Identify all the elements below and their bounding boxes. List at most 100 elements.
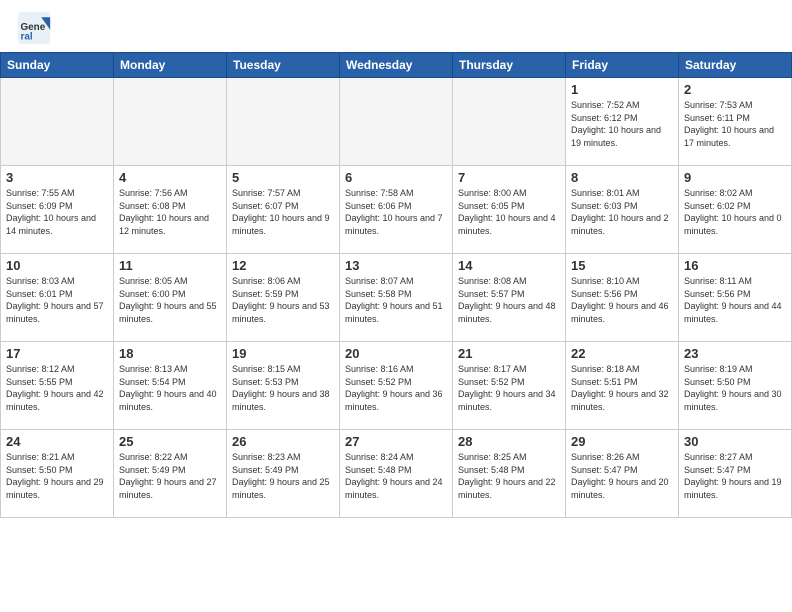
calendar-day-cell: 10 Sunrise: 8:03 AMSunset: 6:01 PMDayligh… xyxy=(1,254,114,342)
day-info: Sunrise: 8:17 AMSunset: 5:52 PMDaylight:… xyxy=(458,363,560,413)
calendar-week-row: 10 Sunrise: 8:03 AMSunset: 6:01 PMDayligh… xyxy=(1,254,792,342)
day-info: Sunrise: 8:15 AMSunset: 5:53 PMDaylight:… xyxy=(232,363,334,413)
calendar-day-cell: 18 Sunrise: 8:13 AMSunset: 5:54 PMDayligh… xyxy=(114,342,227,430)
calendar-day-cell: 9 Sunrise: 8:02 AMSunset: 6:02 PMDaylight… xyxy=(679,166,792,254)
day-info: Sunrise: 8:02 AMSunset: 6:02 PMDaylight:… xyxy=(684,187,786,237)
day-number: 12 xyxy=(232,258,334,273)
calendar-day-cell xyxy=(114,78,227,166)
day-info: Sunrise: 8:25 AMSunset: 5:48 PMDaylight:… xyxy=(458,451,560,501)
day-info: Sunrise: 8:22 AMSunset: 5:49 PMDaylight:… xyxy=(119,451,221,501)
day-info: Sunrise: 8:23 AMSunset: 5:49 PMDaylight:… xyxy=(232,451,334,501)
calendar-week-row: 24 Sunrise: 8:21 AMSunset: 5:50 PMDayligh… xyxy=(1,430,792,518)
day-number: 18 xyxy=(119,346,221,361)
calendar-day-cell: 3 Sunrise: 7:55 AMSunset: 6:09 PMDaylight… xyxy=(1,166,114,254)
weekday-header: SundayMondayTuesdayWednesdayThursdayFrid… xyxy=(1,53,792,78)
calendar-day-cell: 1 Sunrise: 7:52 AMSunset: 6:12 PMDaylight… xyxy=(566,78,679,166)
calendar-day-cell: 20 Sunrise: 8:16 AMSunset: 5:52 PMDayligh… xyxy=(340,342,453,430)
day-info: Sunrise: 8:18 AMSunset: 5:51 PMDaylight:… xyxy=(571,363,673,413)
day-number: 13 xyxy=(345,258,447,273)
calendar-day-cell: 16 Sunrise: 8:11 AMSunset: 5:56 PMDayligh… xyxy=(679,254,792,342)
calendar-day-cell: 12 Sunrise: 8:06 AMSunset: 5:59 PMDayligh… xyxy=(227,254,340,342)
day-info: Sunrise: 8:12 AMSunset: 5:55 PMDaylight:… xyxy=(6,363,108,413)
calendar-day-cell: 2 Sunrise: 7:53 AMSunset: 6:11 PMDaylight… xyxy=(679,78,792,166)
calendar-day-cell: 25 Sunrise: 8:22 AMSunset: 5:49 PMDayligh… xyxy=(114,430,227,518)
calendar-day-cell: 13 Sunrise: 8:07 AMSunset: 5:58 PMDayligh… xyxy=(340,254,453,342)
day-info: Sunrise: 8:19 AMSunset: 5:50 PMDaylight:… xyxy=(684,363,786,413)
day-number: 27 xyxy=(345,434,447,449)
calendar-day-cell: 15 Sunrise: 8:10 AMSunset: 5:56 PMDayligh… xyxy=(566,254,679,342)
day-number: 21 xyxy=(458,346,560,361)
calendar-day-cell: 21 Sunrise: 8:17 AMSunset: 5:52 PMDayligh… xyxy=(453,342,566,430)
day-number: 23 xyxy=(684,346,786,361)
logo: Gene ral xyxy=(16,10,56,46)
day-info: Sunrise: 8:03 AMSunset: 6:01 PMDaylight:… xyxy=(6,275,108,325)
day-number: 15 xyxy=(571,258,673,273)
calendar-week-row: 1 Sunrise: 7:52 AMSunset: 6:12 PMDaylight… xyxy=(1,78,792,166)
day-info: Sunrise: 8:26 AMSunset: 5:47 PMDaylight:… xyxy=(571,451,673,501)
calendar-day-cell: 24 Sunrise: 8:21 AMSunset: 5:50 PMDayligh… xyxy=(1,430,114,518)
day-info: Sunrise: 8:16 AMSunset: 5:52 PMDaylight:… xyxy=(345,363,447,413)
day-info: Sunrise: 8:00 AMSunset: 6:05 PMDaylight:… xyxy=(458,187,560,237)
day-number: 20 xyxy=(345,346,447,361)
day-number: 30 xyxy=(684,434,786,449)
day-info: Sunrise: 7:52 AMSunset: 6:12 PMDaylight:… xyxy=(571,99,673,149)
calendar-day-cell: 7 Sunrise: 8:00 AMSunset: 6:05 PMDaylight… xyxy=(453,166,566,254)
day-info: Sunrise: 8:06 AMSunset: 5:59 PMDaylight:… xyxy=(232,275,334,325)
day-info: Sunrise: 7:57 AMSunset: 6:07 PMDaylight:… xyxy=(232,187,334,237)
calendar-day-cell: 26 Sunrise: 8:23 AMSunset: 5:49 PMDayligh… xyxy=(227,430,340,518)
calendar-week-row: 17 Sunrise: 8:12 AMSunset: 5:55 PMDayligh… xyxy=(1,342,792,430)
day-number: 7 xyxy=(458,170,560,185)
day-number: 25 xyxy=(119,434,221,449)
calendar-day-cell: 8 Sunrise: 8:01 AMSunset: 6:03 PMDaylight… xyxy=(566,166,679,254)
calendar-day-cell: 19 Sunrise: 8:15 AMSunset: 5:53 PMDayligh… xyxy=(227,342,340,430)
day-info: Sunrise: 8:08 AMSunset: 5:57 PMDaylight:… xyxy=(458,275,560,325)
day-number: 10 xyxy=(6,258,108,273)
calendar-day-cell: 27 Sunrise: 8:24 AMSunset: 5:48 PMDayligh… xyxy=(340,430,453,518)
calendar-day-cell: 5Sunrise: 7:57 AMSunset: 6:07 PMDaylight… xyxy=(227,166,340,254)
calendar-day-cell: 17 Sunrise: 8:12 AMSunset: 5:55 PMDayligh… xyxy=(1,342,114,430)
weekday-header-cell: Sunday xyxy=(1,53,114,78)
day-info: Sunrise: 8:05 AMSunset: 6:00 PMDaylight:… xyxy=(119,275,221,325)
day-number: 26 xyxy=(232,434,334,449)
day-number: 17 xyxy=(6,346,108,361)
day-info: Sunrise: 8:10 AMSunset: 5:56 PMDaylight:… xyxy=(571,275,673,325)
calendar-day-cell xyxy=(1,78,114,166)
weekday-header-cell: Saturday xyxy=(679,53,792,78)
day-info: Sunrise: 7:55 AMSunset: 6:09 PMDaylight:… xyxy=(6,187,108,237)
calendar-day-cell xyxy=(227,78,340,166)
calendar-day-cell: 22Sunrise: 8:18 AMSunset: 5:51 PMDayligh… xyxy=(566,342,679,430)
day-number: 1 xyxy=(571,82,673,97)
calendar-day-cell: 4 Sunrise: 7:56 AMSunset: 6:08 PMDaylight… xyxy=(114,166,227,254)
day-number: 4 xyxy=(119,170,221,185)
calendar-week-row: 3 Sunrise: 7:55 AMSunset: 6:09 PMDaylight… xyxy=(1,166,792,254)
weekday-header-cell: Friday xyxy=(566,53,679,78)
day-number: 24 xyxy=(6,434,108,449)
day-number: 6 xyxy=(345,170,447,185)
day-number: 3 xyxy=(6,170,108,185)
day-info: Sunrise: 8:11 AMSunset: 5:56 PMDaylight:… xyxy=(684,275,786,325)
calendar-day-cell: 6 Sunrise: 7:58 AMSunset: 6:06 PMDaylight… xyxy=(340,166,453,254)
calendar: SundayMondayTuesdayWednesdayThursdayFrid… xyxy=(0,52,792,518)
day-number: 14 xyxy=(458,258,560,273)
day-number: 19 xyxy=(232,346,334,361)
day-info: Sunrise: 8:27 AMSunset: 5:47 PMDaylight:… xyxy=(684,451,786,501)
day-info: Sunrise: 7:56 AMSunset: 6:08 PMDaylight:… xyxy=(119,187,221,237)
day-info: Sunrise: 8:13 AMSunset: 5:54 PMDaylight:… xyxy=(119,363,221,413)
day-info: Sunrise: 7:53 AMSunset: 6:11 PMDaylight:… xyxy=(684,99,786,149)
day-info: Sunrise: 8:24 AMSunset: 5:48 PMDaylight:… xyxy=(345,451,447,501)
day-number: 9 xyxy=(684,170,786,185)
header: Gene ral xyxy=(0,0,792,52)
calendar-day-cell: 14 Sunrise: 8:08 AMSunset: 5:57 PMDayligh… xyxy=(453,254,566,342)
calendar-day-cell xyxy=(340,78,453,166)
logo-icon: Gene ral xyxy=(16,10,52,46)
day-info: Sunrise: 8:07 AMSunset: 5:58 PMDaylight:… xyxy=(345,275,447,325)
day-number: 11 xyxy=(119,258,221,273)
day-number: 8 xyxy=(571,170,673,185)
day-number: 2 xyxy=(684,82,786,97)
calendar-day-cell: 23 Sunrise: 8:19 AMSunset: 5:50 PMDayligh… xyxy=(679,342,792,430)
day-number: 16 xyxy=(684,258,786,273)
day-info: Sunrise: 8:01 AMSunset: 6:03 PMDaylight:… xyxy=(571,187,673,237)
svg-text:ral: ral xyxy=(21,32,33,43)
day-info: Sunrise: 7:58 AMSunset: 6:06 PMDaylight:… xyxy=(345,187,447,237)
day-info: Sunrise: 8:21 AMSunset: 5:50 PMDaylight:… xyxy=(6,451,108,501)
